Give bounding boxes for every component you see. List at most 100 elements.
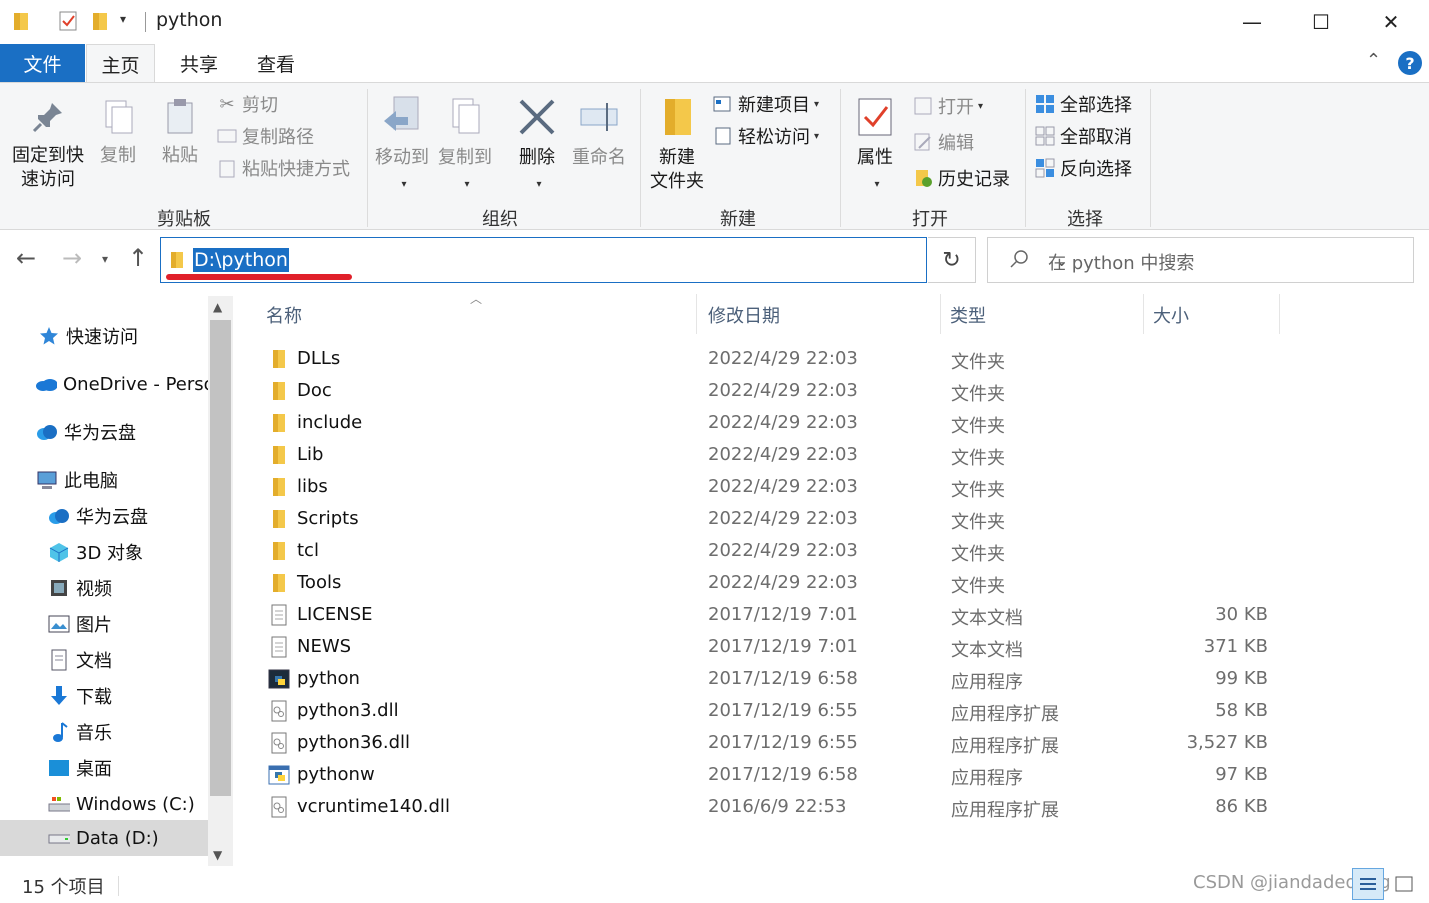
- nav-onedrive[interactable]: OneDrive - Personal: [0, 366, 208, 402]
- nav-huawei-cloud[interactable]: 华为云盘: [0, 414, 208, 450]
- column-header-modified[interactable]: 修改日期: [708, 302, 780, 327]
- column-separator[interactable]: [940, 294, 941, 334]
- red-annotation-underline: [166, 274, 352, 280]
- tab-home[interactable]: 主页: [86, 44, 155, 83]
- file-row[interactable]: vcruntime140.dll 2016/6/9 22:53 应用程序扩展 86 K…: [248, 792, 1288, 824]
- easy-access-button[interactable]: 轻松访问 ▾: [712, 121, 819, 151]
- back-arrow-icon[interactable]: ←: [16, 244, 36, 272]
- file-type: 文件夹: [951, 448, 1005, 469]
- nav-scrollbar[interactable]: ▲ ▼: [208, 296, 233, 866]
- large-icons-view-button[interactable]: [1388, 868, 1420, 900]
- file-row[interactable]: include 2022/4/29 22:03 文件夹: [248, 408, 1288, 440]
- nav-videos[interactable]: 视频: [0, 570, 208, 606]
- select-none-button[interactable]: 全部取消: [1034, 121, 1132, 151]
- nav-documents[interactable]: 文档: [0, 642, 208, 678]
- copy-button[interactable]: 复制: [96, 97, 140, 168]
- file-row[interactable]: LICENSE 2017/12/19 7:01 文本文档 30 KB: [248, 600, 1288, 632]
- folder-icon[interactable]: [12, 10, 30, 32]
- tab-file[interactable]: 文件: [0, 44, 85, 82]
- open-button[interactable]: 打开 ▾: [912, 91, 983, 121]
- column-header-name[interactable]: 名称: [266, 302, 302, 327]
- delete-x-icon: [519, 99, 555, 135]
- file-modified: 2017/12/19 6:55: [708, 732, 858, 753]
- nav-huawei-cloud-pc[interactable]: 华为云盘: [0, 498, 208, 534]
- tab-share[interactable]: 共享: [165, 44, 233, 82]
- nav-pictures[interactable]: 图片: [0, 606, 208, 642]
- help-icon[interactable]: ?: [1398, 51, 1422, 75]
- refresh-button[interactable]: ↻: [928, 237, 976, 283]
- nav-3d-objects[interactable]: 3D 对象: [0, 534, 208, 570]
- tab-view[interactable]: 查看: [242, 44, 310, 82]
- nav-desktop[interactable]: 桌面: [0, 750, 208, 786]
- file-row[interactable]: libs 2022/4/29 22:03 文件夹: [248, 472, 1288, 504]
- column-separator[interactable]: [1143, 294, 1144, 334]
- copy-to-button[interactable]: 复制到 ▾: [434, 95, 496, 197]
- details-view-button[interactable]: [1352, 868, 1384, 900]
- file-row[interactable]: DLLs 2022/4/29 22:03 文件夹: [248, 344, 1288, 376]
- select-all-icon: [1034, 93, 1056, 115]
- column-separator[interactable]: [696, 294, 697, 334]
- paste-shortcut-button[interactable]: 粘贴快捷方式: [216, 153, 350, 183]
- file-row[interactable]: python36.dll 2017/12/19 6:55 应用程序扩展 3,527 K…: [248, 728, 1288, 760]
- move-to-button[interactable]: 移动到 ▾: [372, 95, 432, 197]
- invert-selection-button[interactable]: 反向选择: [1034, 153, 1132, 183]
- nav-quick-access[interactable]: 快速访问: [0, 318, 208, 354]
- nav-music[interactable]: 音乐: [0, 714, 208, 750]
- minimize-button[interactable]: —: [1217, 0, 1287, 44]
- column-separator[interactable]: [1279, 294, 1280, 334]
- paste-button[interactable]: 粘贴: [156, 97, 204, 168]
- column-header-size[interactable]: 大小: [1153, 302, 1189, 327]
- nav-downloads[interactable]: 下载: [0, 678, 208, 714]
- cut-button[interactable]: ✂ 剪切: [216, 89, 278, 119]
- dll-icon: [268, 700, 290, 722]
- file-modified: 2022/4/29 22:03: [708, 444, 858, 465]
- properties-button[interactable]: 属性 ▾: [850, 95, 900, 197]
- scroll-thumb[interactable]: [210, 320, 231, 796]
- copy-path-button[interactable]: 复制路径: [216, 121, 314, 151]
- file-row[interactable]: tcl 2022/4/29 22:03 文件夹: [248, 536, 1288, 568]
- file-name: python36.dll: [297, 732, 411, 753]
- up-arrow-icon[interactable]: ↑: [128, 244, 148, 272]
- item-count: 15 个项目: [22, 877, 105, 898]
- forward-arrow-icon[interactable]: →: [62, 244, 82, 272]
- file-row[interactable]: Lib 2022/4/29 22:03 文件夹: [248, 440, 1288, 472]
- file-row[interactable]: pythonw 2017/12/19 6:58 应用程序 97 KB: [248, 760, 1288, 792]
- file-row[interactable]: python 2017/12/19 6:58 应用程序 99 KB: [248, 664, 1288, 696]
- file-row[interactable]: NEWS 2017/12/19 7:01 文本文档 371 KB: [248, 632, 1288, 664]
- column-header-type[interactable]: 类型: [950, 302, 986, 327]
- properties-check-icon[interactable]: [58, 10, 78, 32]
- documents-icon: [48, 649, 70, 671]
- select-none-icon: [1034, 125, 1056, 147]
- pin-quick-access-button[interactable]: 固定到快 速访问: [8, 97, 88, 192]
- nav-drive-c[interactable]: Windows (C:): [0, 786, 208, 822]
- file-name: NEWS: [297, 636, 352, 657]
- customize-qat-icon[interactable]: ▾: [120, 12, 126, 26]
- file-row[interactable]: Tools 2022/4/29 22:03 文件夹: [248, 568, 1288, 600]
- file-row[interactable]: Doc 2022/4/29 22:03 文件夹: [248, 376, 1288, 408]
- huawei-cloud-icon: [36, 421, 58, 443]
- move-to-label: 移动到: [375, 147, 429, 168]
- collapse-ribbon-icon[interactable]: ⌃: [1366, 50, 1381, 71]
- new-folder-icon[interactable]: [91, 10, 109, 32]
- delete-button[interactable]: 删除 ▾: [512, 95, 562, 197]
- file-row[interactable]: python3.dll 2017/12/19 6:55 应用程序扩展 58 KB: [248, 696, 1288, 728]
- maximize-button[interactable]: ☐: [1286, 0, 1356, 44]
- select-all-button[interactable]: 全部选择: [1034, 89, 1132, 119]
- new-item-button[interactable]: 新建项目 ▾: [712, 89, 819, 119]
- rename-button[interactable]: 重命名: [568, 95, 630, 170]
- new-folder-button[interactable]: 新建 文件夹: [646, 95, 708, 194]
- edit-button[interactable]: 编辑: [912, 127, 974, 157]
- address-path[interactable]: D:\python: [193, 248, 289, 272]
- nav-drive-d[interactable]: Data (D:): [0, 820, 208, 856]
- file-name: include: [297, 412, 363, 433]
- scroll-down-icon[interactable]: ▼: [213, 848, 222, 862]
- nav-this-pc[interactable]: 此电脑: [0, 462, 208, 498]
- file-row[interactable]: Scripts 2022/4/29 22:03 文件夹: [248, 504, 1288, 536]
- nav-label: 华为云盘: [76, 507, 148, 528]
- recent-locations-icon[interactable]: ▾: [102, 252, 108, 266]
- scroll-up-icon[interactable]: ▲: [213, 300, 222, 314]
- search-box[interactable]: 在 python 中搜索: [987, 237, 1414, 283]
- close-button[interactable]: ✕: [1356, 0, 1426, 44]
- history-button[interactable]: 历史记录: [912, 163, 1010, 193]
- file-size: 86 KB: [1215, 796, 1268, 817]
